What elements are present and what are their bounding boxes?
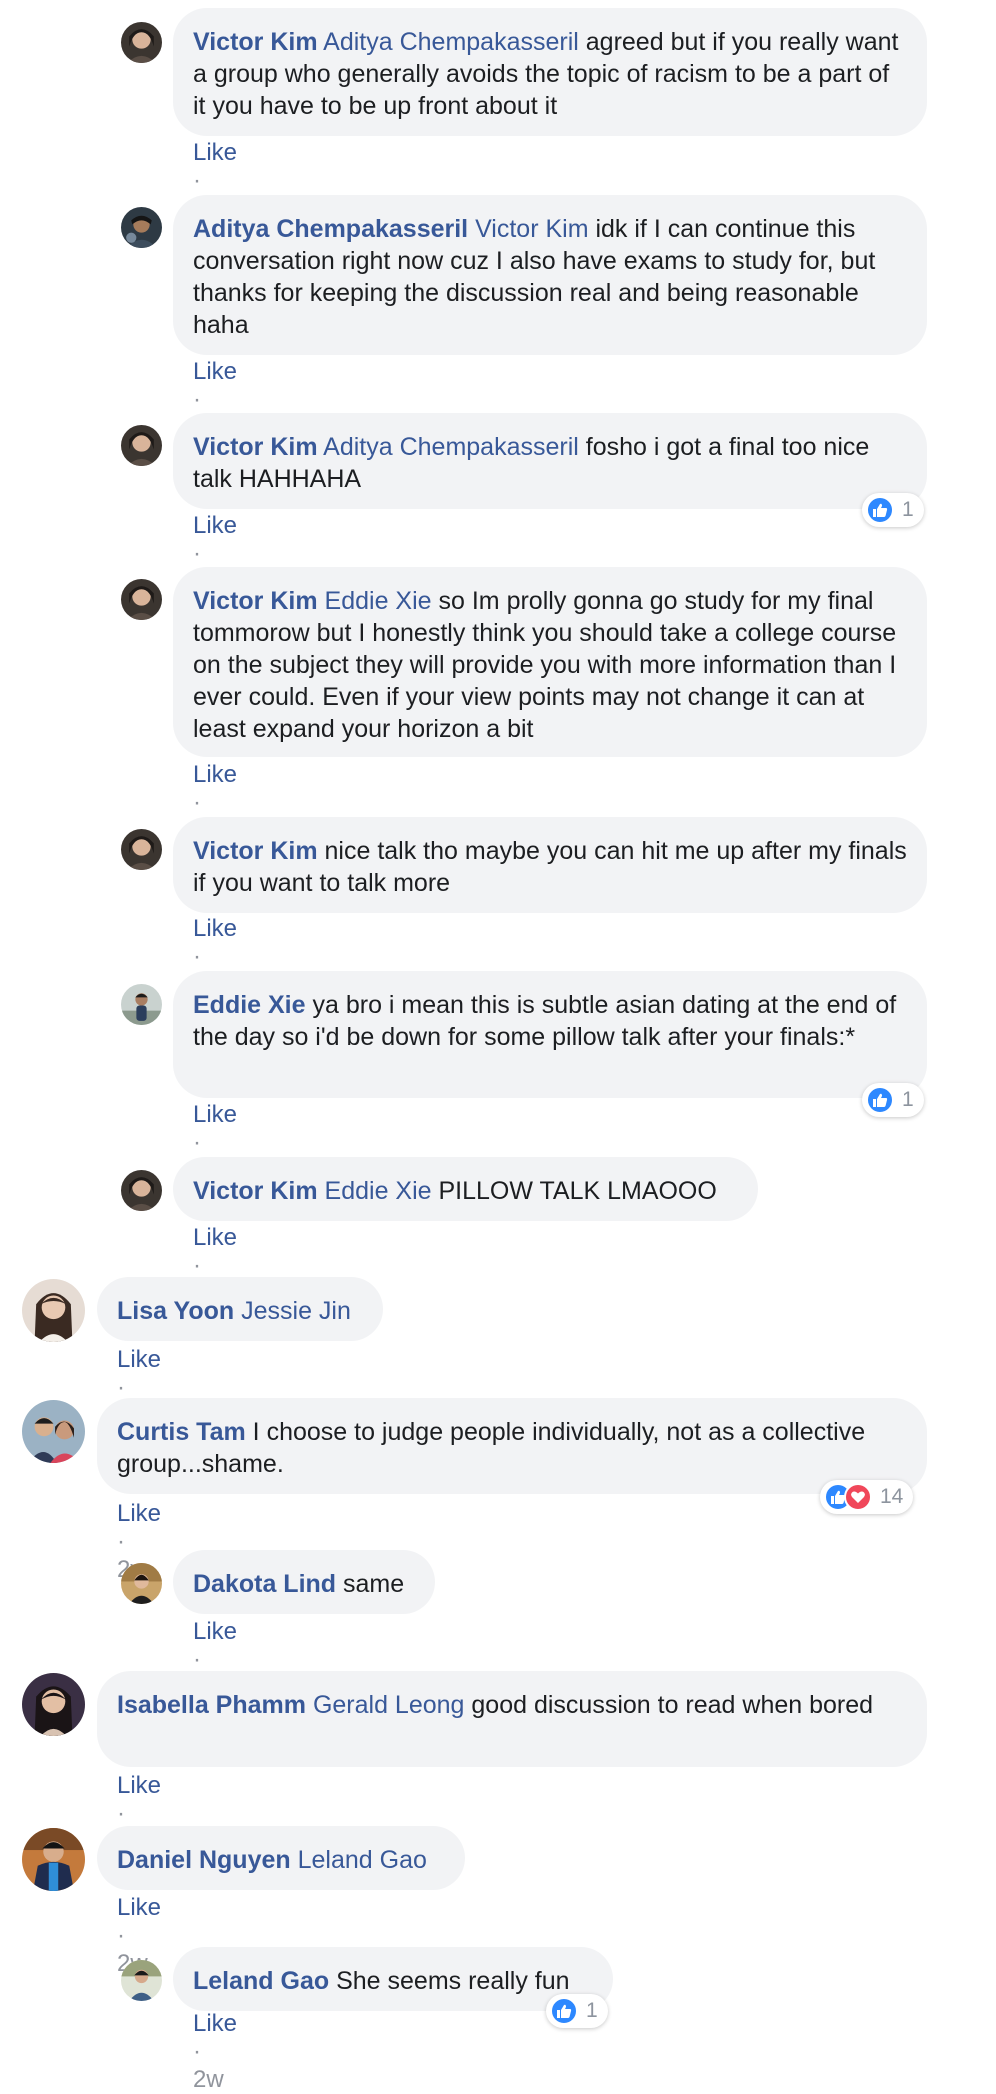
reaction-count: 1 [586,1999,598,2022]
reaction-count: 1 [902,498,914,521]
comment-text: same [336,1570,405,1598]
like-button[interactable]: Like [193,358,237,385]
avatar[interactable] [121,425,162,466]
comment-author[interactable]: Victor Kim [193,587,318,615]
meta-separator: · [193,789,201,816]
comment-author[interactable]: Leland Gao [193,1967,329,1995]
avatar[interactable] [121,1170,162,1211]
like-reaction-icon [866,1086,894,1114]
comment-author[interactable]: Victor Kim [193,1177,318,1205]
meta-separator: · [193,2038,201,2065]
avatar[interactable] [121,1563,162,1604]
comment-mention[interactable]: Eddie Xie [325,1177,432,1205]
like-reaction-icon [550,1997,578,2025]
meta-separator: · [193,1252,201,1279]
meta-separator: · [117,1800,125,1827]
comment-text: She seems really fun [329,1967,570,1995]
like-reaction-icon [866,496,894,524]
comment-bubble: Eddie Xie ya bro i mean this is subtle a… [173,971,927,1098]
comment-text: good discussion to read when bored [464,1691,874,1719]
meta-separator: · [193,1129,201,1156]
comment-author[interactable]: Daniel Nguyen [117,1846,291,1874]
comment-bubble: Curtis Tam I choose to judge people indi… [97,1398,927,1494]
comment-mention[interactable]: Jessie Jin [241,1297,351,1325]
comment-mention[interactable]: Aditya Chempakasseril [323,28,579,56]
comment-bubble: Victor Kim Aditya Chempakasseril fosho i… [173,413,927,509]
reaction-count: 14 [880,1485,904,1508]
comment-author[interactable]: Isabella Phamm [117,1691,306,1719]
like-button[interactable]: Like [193,2010,237,2037]
meta-separator: · [193,386,201,413]
comment-author[interactable]: Curtis Tam [117,1418,246,1446]
avatar[interactable] [22,1400,85,1463]
avatar[interactable] [22,1673,85,1736]
comment-mention[interactable]: Eddie Xie [325,587,432,615]
reaction-count: 1 [902,1088,914,1111]
avatar[interactable] [121,207,162,248]
comment-bubble: Victor Kim Eddie Xie so Im prolly gonna … [173,567,927,757]
comment-mention[interactable]: Leland Gao [298,1846,427,1874]
comment-bubble: Dakota Lind same [173,1550,435,1614]
comment-bubble: Victor Kim Aditya Chempakasseril agreed … [173,8,927,136]
like-button[interactable]: Like [117,1346,161,1373]
comment-mention[interactable]: Aditya Chempakasseril [323,433,579,461]
avatar[interactable] [121,1960,162,2001]
meta-separator: · [193,1646,201,1673]
comment-bubble: Isabella Phamm Gerald Leong good discuss… [97,1671,927,1767]
comment-author[interactable]: Dakota Lind [193,1570,336,1598]
comment-meta: Like · 2w [193,2010,237,2094]
meta-separator: · [193,943,201,970]
comment-bubble: Daniel Nguyen Leland Gao [97,1826,465,1890]
comment-author[interactable]: Victor Kim [193,837,318,865]
comment-bubble: Lisa Yoon Jessie Jin [97,1277,383,1341]
avatar[interactable] [121,829,162,870]
meta-separator: · [117,1922,125,1949]
reaction-summary[interactable]: 1 [862,1083,924,1117]
meta-separator: · [117,1374,125,1401]
reaction-summary[interactable]: 14 [820,1480,914,1514]
avatar[interactable] [121,22,162,63]
like-button[interactable]: Like [193,761,237,788]
meta-separator: · [117,1528,125,1555]
like-button[interactable]: Like [117,1894,161,1921]
comment-author[interactable]: Victor Kim [193,28,318,56]
comment-author[interactable]: Victor Kim [193,433,318,461]
love-reaction-icon [844,1483,872,1511]
comment-bubble: Victor Kim Eddie Xie PILLOW TALK LMAOOO [173,1157,758,1221]
meta-separator: · [193,540,201,567]
comment-author[interactable]: Lisa Yoon [117,1297,234,1325]
like-button[interactable]: Like [193,1101,237,1128]
like-button[interactable]: Like [193,512,237,539]
like-button[interactable]: Like [193,915,237,942]
like-button[interactable]: Like [117,1500,161,1527]
comment-bubble: Victor Kim nice talk tho maybe you can h… [173,817,927,913]
like-button[interactable]: Like [193,1224,237,1251]
like-button[interactable]: Like [117,1772,161,1799]
like-button[interactable]: Like [193,139,237,166]
avatar[interactable] [121,579,162,620]
meta-separator: · [193,167,201,194]
comment-bubble: Aditya Chempakasseril Victor Kim idk if … [173,195,927,355]
avatar[interactable] [121,984,162,1025]
like-button[interactable]: Like [193,1618,237,1645]
avatar[interactable] [22,1828,85,1891]
comment-timestamp[interactable]: 2w [193,2066,224,2093]
comment-bubble: Leland Gao She seems really fun [173,1947,613,2011]
reaction-summary[interactable]: 1 [862,493,924,527]
comment-text: PILLOW TALK LMAOOO [431,1177,717,1205]
comment-author[interactable]: Eddie Xie [193,991,306,1019]
reaction-summary[interactable]: 1 [546,1994,608,2028]
comment-mention[interactable]: Gerald Leong [313,1691,465,1719]
avatar[interactable] [22,1279,85,1342]
comment-mention[interactable]: Victor Kim [475,215,588,243]
comment-author[interactable]: Aditya Chempakasseril [193,215,468,243]
